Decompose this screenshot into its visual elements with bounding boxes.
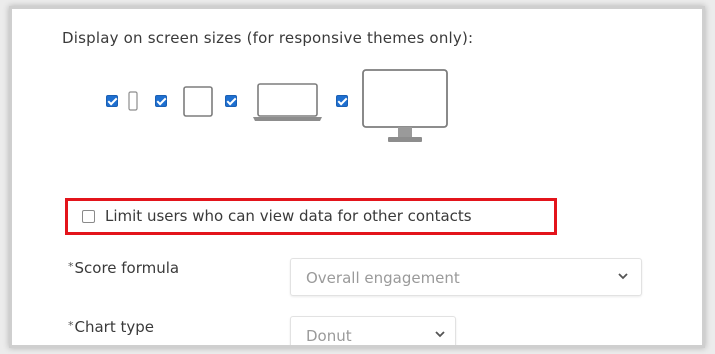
laptop-size-checkbox[interactable]: [225, 95, 237, 107]
tablet-size-checkbox[interactable]: [155, 95, 167, 107]
phone-size-checkbox[interactable]: [106, 95, 118, 107]
chart-type-label: *Chart type: [68, 318, 154, 336]
chevron-down-icon: [618, 273, 628, 280]
score-formula-select[interactable]: Overall engagement: [290, 258, 642, 296]
limit-users-checkbox[interactable]: [82, 210, 95, 223]
chart-type-select[interactable]: Donut: [290, 316, 456, 345]
desktop-monitor-icon: [362, 69, 448, 142]
screen-sizes-heading: Display on screen sizes (for responsive …: [62, 29, 474, 47]
tablet-icon: [183, 86, 213, 117]
desktop-size-checkbox[interactable]: [336, 95, 348, 107]
required-mark: *: [68, 260, 74, 273]
phone-icon: [128, 91, 138, 111]
laptop-icon: [253, 83, 322, 121]
score-formula-label: *Score formula: [68, 259, 180, 277]
score-formula-value: Overall engagement: [306, 269, 460, 287]
settings-panel: Display on screen sizes (for responsive …: [9, 6, 705, 348]
chart-type-value: Donut: [306, 327, 352, 345]
required-mark: *: [68, 319, 74, 332]
chevron-down-icon: [435, 331, 445, 338]
limit-users-label[interactable]: Limit users who can view data for other …: [105, 207, 472, 225]
